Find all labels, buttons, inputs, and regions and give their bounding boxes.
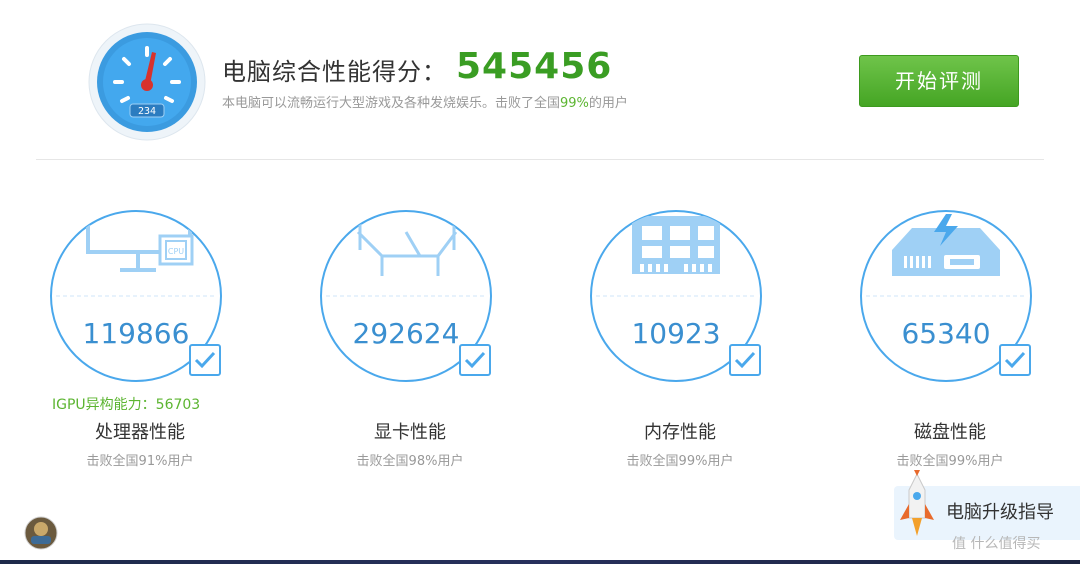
upgrade-guide-label[interactable]: 电脑升级指导 [946, 498, 1054, 524]
disk-label: 磁盘性能 [914, 422, 986, 443]
disk-rank: 击败全国99%用户 [896, 454, 1004, 469]
checkbox-checked-icon[interactable] [729, 344, 761, 376]
gpu-label: 显卡性能 [374, 422, 446, 443]
cpu-rank: 击败全国91%用户 [86, 454, 194, 469]
watermark: 值 什么值得买 [952, 536, 1041, 552]
checkbox-checked-icon[interactable] [999, 344, 1031, 376]
subtitle-percent: 99% [560, 96, 589, 111]
cpu-label: 处理器性能 [95, 422, 185, 443]
score-title: 电脑综合性能得分： [222, 58, 447, 86]
svg-text:CPU: CPU [168, 247, 184, 256]
checkbox-checked-icon[interactable] [459, 344, 491, 376]
avatar-icon[interactable] [24, 516, 58, 550]
checkbox-checked-icon[interactable] [189, 344, 221, 376]
total-score: 545456 [456, 46, 613, 87]
speedometer-icon: 234 [88, 23, 206, 141]
gauge-digits: 234 [138, 106, 156, 117]
subtitle-text: 本电脑可以流畅运行大型游戏及各种发烧娱乐。击败了全国 [222, 96, 561, 111]
rocket-icon [900, 470, 934, 536]
start-benchmark-button[interactable]: 开始评测 [859, 55, 1019, 107]
memory-rank: 击败全国99%用户 [626, 454, 734, 469]
gpu-rank: 击败全国98%用户 [356, 454, 464, 469]
divider [36, 159, 1044, 160]
igpu-score: IGPU异构能力：56703 [52, 397, 201, 413]
taskbar-strip [0, 560, 1080, 564]
memory-label: 内存性能 [644, 422, 716, 443]
subtitle-suffix: 的用户 [588, 96, 628, 111]
score-subtitle: 本电脑可以流畅运行大型游戏及各种发烧娱乐。击败了全国99%的用户 [222, 92, 628, 111]
